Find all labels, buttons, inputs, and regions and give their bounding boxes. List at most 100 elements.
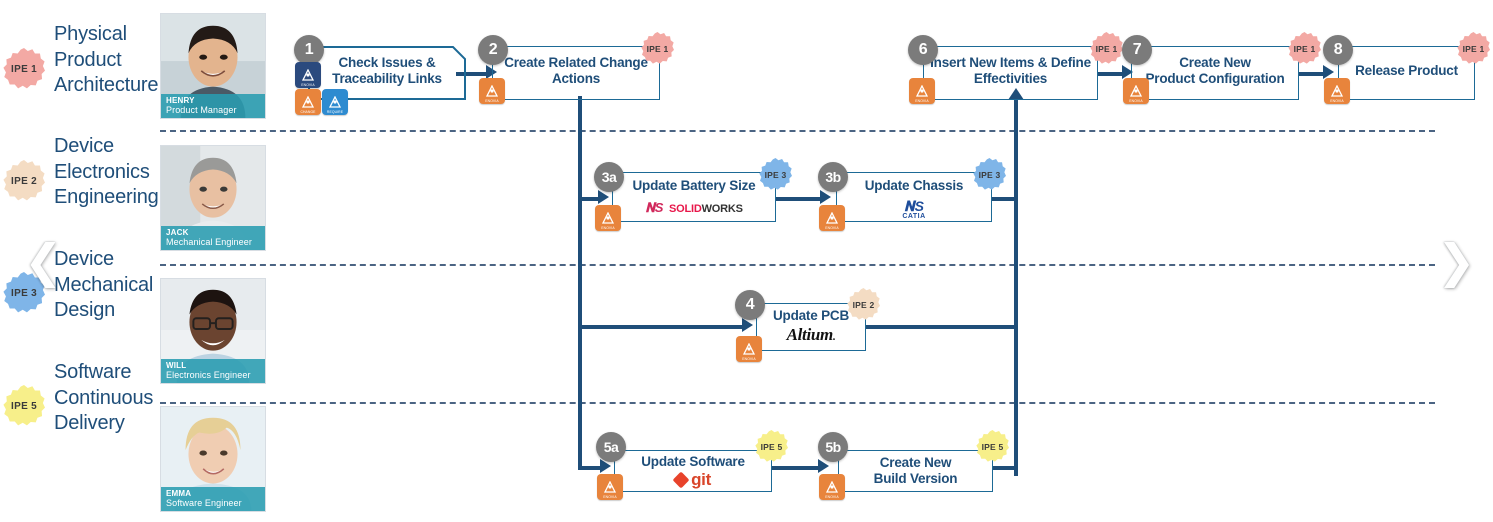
solidworks-logo-icon: 𝐍S SOLIDWORKS <box>645 200 743 215</box>
lane-title-device-electronics-engineering: Device Electronics Engineering <box>54 135 159 208</box>
avatar-henry: HENRY Product Manager <box>160 13 266 119</box>
app-glyph-icon <box>485 85 499 97</box>
avatar-caption: HENRY Product Manager <box>161 94 265 118</box>
step-number-text: 1 <box>304 41 314 58</box>
avatar-name: WILL <box>166 361 187 370</box>
app-glyph-icon <box>601 212 615 224</box>
app-icon-tag: ENOVIA <box>301 83 315 87</box>
orange-app-icon[interactable]: ENOVIA <box>597 474 623 500</box>
lane-divider-3 <box>160 402 1435 404</box>
app-icon-tag: ENOVIA <box>601 226 615 230</box>
git-logo-icon: git <box>614 470 772 490</box>
app-glyph-icon <box>1129 85 1143 97</box>
step-3a-label: Update Battery Size <box>632 178 756 193</box>
ipe-badge-label: IPE 5 <box>760 441 783 452</box>
ipe-badge-label: IPE 1 <box>1462 43 1485 54</box>
app-glyph-icon <box>301 69 315 81</box>
step-number-text: 5a <box>603 439 619 455</box>
lane-badge-label: IPE 1 <box>11 63 37 75</box>
app-icon-tag: ENOVIA <box>1330 99 1344 103</box>
avatar-caption: WILL Electronics Engineer <box>161 359 265 383</box>
orange-app-icon[interactable]: ENOVIA <box>1324 78 1350 104</box>
step-number-text: 6 <box>918 41 928 58</box>
chevron-left-icon[interactable]: ❮ <box>24 238 63 284</box>
app-icon-tag: REQUIRE <box>326 110 344 114</box>
app-icon-tag: ENOVIA <box>825 226 839 230</box>
step-6-number: 6 <box>908 35 938 65</box>
lane-title-physical-product-architecture: Physical Product Architecture <box>54 23 159 96</box>
app-glyph-icon <box>825 212 839 224</box>
step-1-number: 1 <box>294 35 324 65</box>
step-5b-number: 5b <box>818 432 848 462</box>
lane-title-software-continuous-delivery: Software Continuous Delivery <box>54 361 154 434</box>
avatar-name: JACK <box>166 228 189 237</box>
orange-app-icon[interactable]: ENOVIA <box>909 78 935 104</box>
step-5b-label: Create New Build Version <box>873 455 958 486</box>
step-2-number: 2 <box>478 35 508 65</box>
step-7-label: Create New Product Configuration <box>1145 55 1285 86</box>
blue-app-icon[interactable]: REQUIRE <box>322 89 348 115</box>
step-1-label: Check Issues & Traceability Links <box>332 55 442 86</box>
lane-badge-ipe5: IPE 5 <box>3 385 45 426</box>
app-icon-tag: ENOVIA <box>825 495 839 499</box>
navy-app-icon[interactable]: ENOVIA <box>295 62 321 88</box>
step-number-text: 8 <box>1333 41 1343 58</box>
ipe-badge-label: IPE 1 <box>646 43 669 54</box>
app-glyph-icon <box>1330 85 1344 97</box>
step-number-text: 3a <box>601 169 617 185</box>
ipe-badge-label: IPE 1 <box>1293 43 1316 54</box>
app-icon-tag: ENOVIA <box>742 357 756 361</box>
avatar-role: Product Manager <box>166 105 237 115</box>
step-8-number: 8 <box>1323 35 1353 65</box>
connector-5a-to-5b <box>772 466 822 470</box>
ipe-badge-label: IPE 2 <box>852 299 875 310</box>
step-5a-number: 5a <box>596 432 626 462</box>
lane-badge-ipe2: IPE 2 <box>3 160 45 201</box>
orange-app-icon[interactable]: ENOVIA <box>479 78 505 104</box>
avatar-role: Electronics Engineer <box>166 370 251 380</box>
step-8-label: Release Product <box>1355 63 1458 78</box>
step-number-text: 2 <box>488 41 498 58</box>
chevron-right-icon[interactable]: ❯ <box>1437 238 1476 284</box>
altium-wordmark: Altium <box>786 325 834 344</box>
lane-badge-label: IPE 3 <box>11 287 37 299</box>
app-glyph-icon <box>301 96 315 108</box>
avatar-emma: EMMA Software Engineer <box>160 406 266 512</box>
avatar-caption: JACK Mechanical Engineer <box>161 226 265 250</box>
step-number-text: 3b <box>825 169 841 185</box>
orange-app-icon[interactable]: ENOVIA <box>819 205 845 231</box>
git-diamond-icon <box>672 471 690 489</box>
app-glyph-icon <box>915 85 929 97</box>
avatar-name: EMMA <box>166 489 192 498</box>
app-glyph-icon <box>825 481 839 493</box>
join-from-lane3 <box>993 466 1016 470</box>
join-from-lane2 <box>866 325 1016 329</box>
lane-title-device-mechanical-design: Device Mechanical Design <box>54 248 154 321</box>
app-glyph-icon <box>742 343 756 355</box>
app-icon-tag: CHANGE <box>300 110 316 114</box>
ipe-badge-label: IPE 1 <box>1095 43 1118 54</box>
orange-app-icon[interactable]: ENOVIA <box>595 205 621 231</box>
orange-app-icon[interactable]: ENOVIA <box>819 474 845 500</box>
altium-logo-icon: Altium. <box>786 325 836 344</box>
arrow-to-3a <box>598 190 609 204</box>
git-wordmark: git <box>691 470 711 489</box>
step-4-number: 4 <box>735 290 765 320</box>
lane-divider-1 <box>160 130 1435 132</box>
lane-badge-label: IPE 2 <box>11 175 37 187</box>
orange-app-icon[interactable]: ENOVIA <box>1123 78 1149 104</box>
step-2-label: Create Related Change Actions <box>504 55 648 86</box>
app-icon-tag: ENOVIA <box>603 495 617 499</box>
orange-app-icon[interactable]: CHANGE <box>295 89 321 115</box>
step-3b-number: 3b <box>818 162 848 192</box>
ipe-badge-label: IPE 3 <box>764 169 787 180</box>
spine-fanout <box>578 96 582 468</box>
ds-mark-icon: 𝐍S <box>645 200 664 215</box>
process-flow-diagram: IPE 1 Physical Product Architecture IPE … <box>0 0 1493 522</box>
join-from-lane1 <box>992 197 1016 201</box>
orange-app-icon[interactable]: ENOVIA <box>736 336 762 362</box>
avatar-caption: EMMA Software Engineer <box>161 487 265 511</box>
app-icon-tag: ENOVIA <box>485 99 499 103</box>
avatar-name: HENRY <box>166 96 195 105</box>
branch-to-4 <box>578 325 746 329</box>
